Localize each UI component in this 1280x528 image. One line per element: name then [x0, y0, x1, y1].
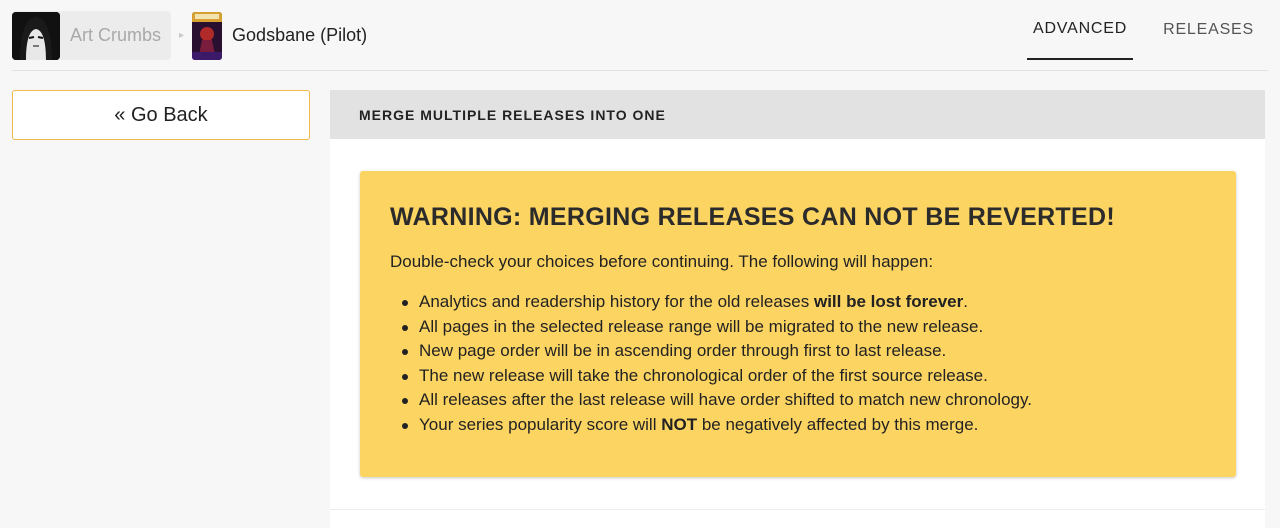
top-bar: Art Crumbs ▸ Godsbane (Pilot) ADVANCED R… [0, 0, 1280, 70]
warning-intro: Double-check your choices before continu… [390, 252, 934, 271]
breadcrumb-user[interactable]: Art Crumbs [12, 11, 172, 60]
breadcrumb-series-title[interactable]: Godsbane (Pilot) [232, 25, 367, 46]
list-item: New page order will be in ascending orde… [402, 339, 1206, 364]
top-bar-divider [12, 70, 1268, 71]
list-item: All pages in the selected release range … [402, 315, 1206, 340]
avatar [12, 11, 60, 60]
nav-tabs: ADVANCED RELEASES [1003, 0, 1260, 70]
warning-title: WARNING: MERGING RELEASES CAN NOT BE REV… [390, 203, 1115, 231]
list-item: All releases after the last release will… [402, 388, 1206, 413]
tab-advanced[interactable]: ADVANCED [1026, 0, 1134, 60]
warning-box: WARNING: MERGING RELEASES CAN NOT BE REV… [360, 171, 1236, 477]
breadcrumb: Art Crumbs ▸ Godsbane (Pilot) [12, 11, 367, 60]
panel-title: MERGE MULTIPLE RELEASES INTO ONE [330, 90, 1265, 139]
go-back-button[interactable]: « Go Back [12, 90, 310, 140]
tab-releases[interactable]: RELEASES [1157, 0, 1260, 60]
list-item: The new release will take the chronologi… [402, 364, 1206, 389]
list-item: Your series popularity score will NOT be… [402, 413, 1206, 438]
merge-panel: MERGE MULTIPLE RELEASES INTO ONE WARNING… [330, 90, 1265, 528]
panel-divider [330, 509, 1265, 510]
series-cover-thumbnail[interactable] [192, 11, 223, 60]
breadcrumb-separator-icon: ▸ [179, 30, 185, 41]
list-item: Analytics and readership history for the… [402, 290, 1206, 315]
warning-list: Analytics and readership history for the… [390, 290, 1206, 437]
breadcrumb-user-name: Art Crumbs [70, 25, 162, 45]
